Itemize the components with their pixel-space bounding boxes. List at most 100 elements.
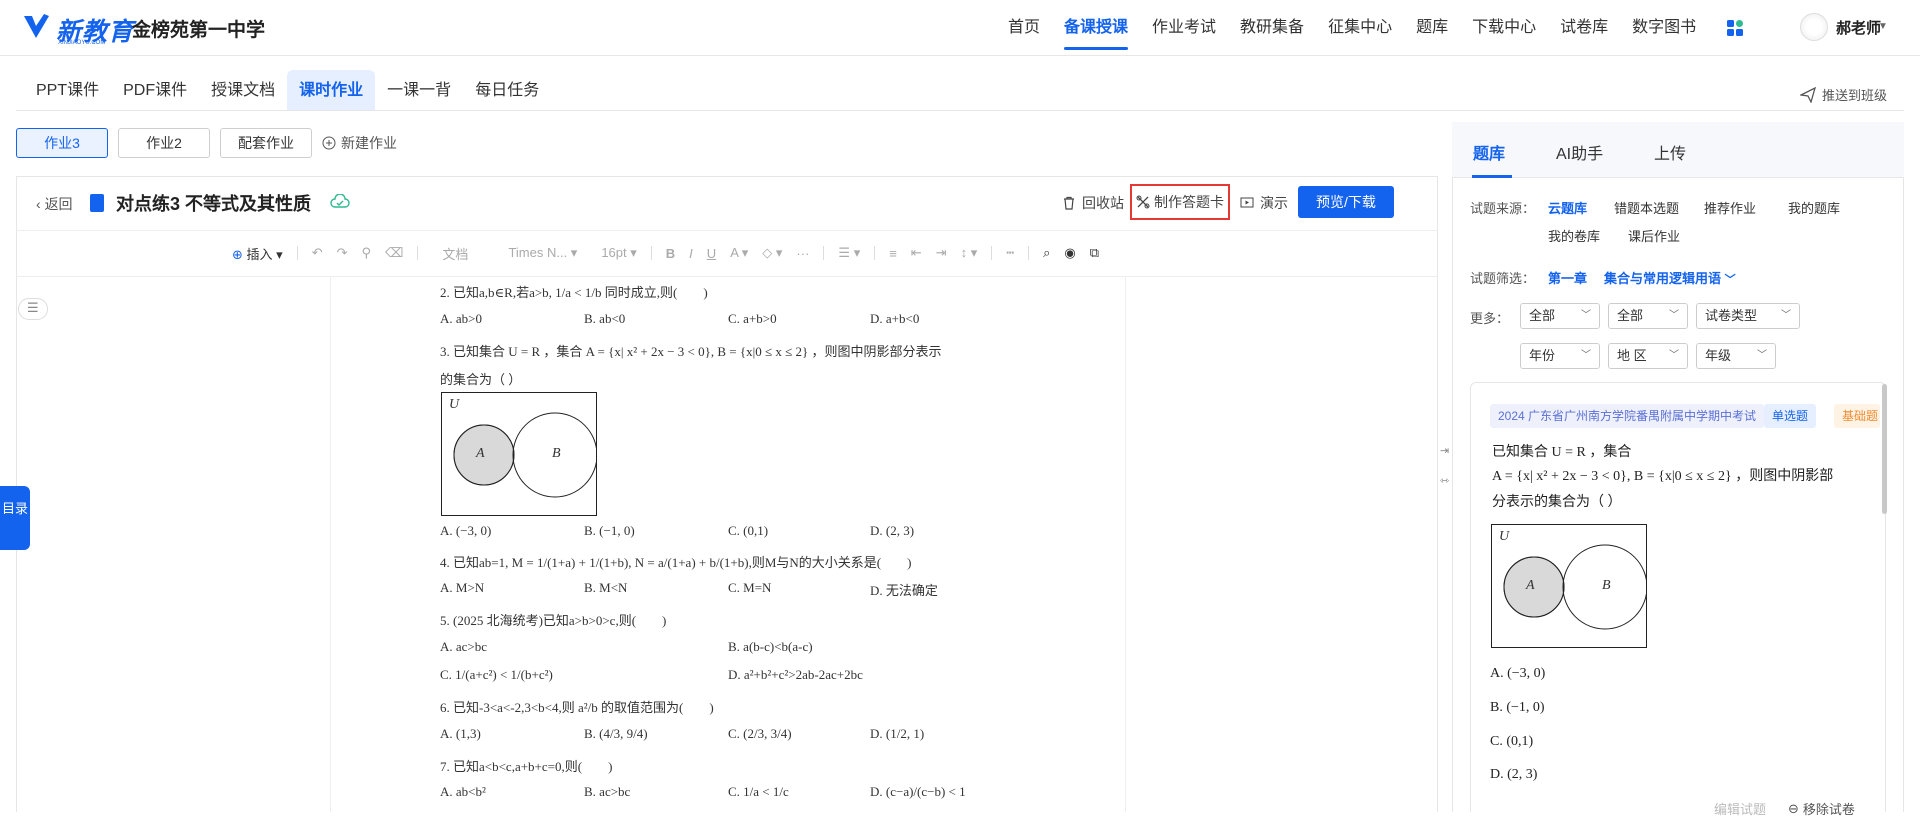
filter-chapter[interactable]: 第一章 [1548, 268, 1587, 287]
panel-resize-handle[interactable]: ⇥ ⇿ [1438, 430, 1452, 490]
highlight-icon[interactable]: ◇ ▾ [762, 245, 782, 261]
trash-icon [1064, 196, 1074, 210]
insert-button[interactable]: ⊕ 插入 ▾ [232, 244, 283, 263]
card-venn-label-a: A [1526, 578, 1535, 593]
avatar[interactable] [1800, 13, 1828, 41]
back-button[interactable]: ‹ 返回 [36, 194, 73, 214]
homework-3-button[interactable]: 作业3 [16, 128, 108, 158]
make-answer-card-button[interactable]: 制作答题卡 [1130, 184, 1230, 220]
source-label: 试题来源： [1470, 201, 1536, 216]
card-question-line-3: 分表示的集合为（ ） [1492, 495, 1622, 510]
region-value: 地 区 [1617, 348, 1647, 363]
undo-icon[interactable]: ↶ [312, 245, 323, 261]
question-4-stem: 4. 已知ab=1, M = 1/(1+a) + 1/(1+b), N = a/… [440, 555, 912, 570]
nav-home[interactable]: 首页 [1008, 0, 1040, 56]
eraser-icon[interactable]: ⌫ [385, 245, 403, 261]
school-name: 金榜苑第一中学 [132, 20, 266, 41]
screenshot-icon[interactable]: ⧉ [1090, 245, 1099, 261]
homework-2-button[interactable]: 作业2 [118, 128, 210, 158]
q2-option-b: B. ab<0 [584, 311, 626, 326]
active-tab-indicator [1472, 175, 1512, 178]
source-my-bank[interactable]: 我的题库 [1788, 198, 1840, 217]
card-option-c: C. (0,1) [1490, 734, 1534, 749]
q7-option-a: A. ab<b² [440, 784, 486, 799]
document-title: 对点练3 不等式及其性质 [116, 194, 312, 214]
collapse-icon: ⇥ [1440, 445, 1450, 457]
tab-one-lesson-one-recite[interactable]: 一课一背 [375, 70, 463, 110]
q7-option-c: C. 1/a < 1/c [728, 784, 789, 799]
year-select[interactable]: 年份 ﹀ [1520, 343, 1600, 369]
nav-paper-library[interactable]: 试卷库 [1560, 0, 1608, 56]
table-of-contents-tab[interactable]: 目录 [0, 486, 30, 550]
push-to-class-button[interactable]: 推送到班级 [1800, 85, 1887, 104]
tab-ai-assistant[interactable]: AI助手 [1556, 140, 1603, 164]
nav-homework-exam[interactable]: 作业考试 [1152, 0, 1216, 56]
indent-decrease-icon[interactable]: ⇤ [911, 245, 922, 261]
find-icon[interactable]: ⌕ [1043, 245, 1050, 261]
font-family-select[interactable]: Times N... ▾ [508, 245, 577, 261]
align-icon[interactable]: ☰ ▾ [838, 245, 860, 261]
new-homework-button[interactable]: 新建作业 [322, 133, 397, 153]
divider [16, 110, 1904, 111]
paper-type-select[interactable]: 试卷类型 ﹀ [1696, 303, 1800, 329]
nav-digital-books[interactable]: 数字图书 [1632, 0, 1696, 56]
font-size-select[interactable]: 16pt ▾ [601, 245, 636, 261]
apps-grid-icon[interactable] [1726, 19, 1744, 37]
line-spacing-icon[interactable]: ↕ ▾ [961, 245, 978, 261]
region-select[interactable]: 地 区 ﹀ [1608, 343, 1688, 369]
tab-pdf[interactable]: PDF课件 [111, 70, 199, 110]
more-icon[interactable]: ··· [796, 246, 809, 261]
question-5-stem: 5. (2025 北海统考)已知a>b>0>c,则( ) [440, 613, 667, 628]
tab-class-homework[interactable]: 课时作业 [287, 70, 376, 110]
edit-question-button[interactable]: 编辑试题 [1714, 799, 1766, 818]
source-wrong-book[interactable]: 错题本选题 [1614, 198, 1679, 217]
year-value: 年份 [1529, 348, 1556, 363]
source-recommended[interactable]: 推荐作业 [1704, 198, 1756, 217]
italic-icon[interactable]: I [689, 246, 693, 261]
font-color-icon[interactable]: A ▾ [730, 245, 748, 261]
q4-option-b: B. M<N [584, 580, 628, 595]
nav-collection[interactable]: 征集中心 [1328, 0, 1392, 56]
source-after-class[interactable]: 课后作业 [1628, 226, 1680, 245]
underline-icon[interactable]: U [707, 246, 716, 261]
chevron-down-icon: ﹀ [1669, 310, 1679, 321]
nav-question-bank[interactable]: 题库 [1416, 0, 1448, 56]
tab-lesson-doc[interactable]: 授课文档 [199, 70, 287, 110]
camera-icon[interactable]: ◉ [1064, 245, 1075, 261]
remove-from-paper-button[interactable]: ⊖ 移除试卷 [1788, 799, 1855, 818]
nav-lesson-prep[interactable]: 备课授课 [1064, 0, 1129, 56]
grade-select[interactable]: 年级 ﹀ [1696, 343, 1776, 369]
format-painter-icon[interactable]: ⚲ [362, 245, 372, 261]
tab-question-bank[interactable]: 题库 [1473, 140, 1505, 164]
plus-circle-icon [322, 136, 336, 150]
recycle-bin-button[interactable]: 回收站 [1062, 193, 1124, 213]
matching-homework-button[interactable]: 配套作业 [220, 128, 312, 158]
indent-increase-icon[interactable]: ⇥ [936, 245, 947, 261]
chevron-down-icon[interactable]: ▼ [1878, 21, 1888, 32]
text-style-select[interactable]: 文档 [442, 244, 468, 263]
filter-select-1[interactable]: 全部 ﹀ [1520, 303, 1600, 329]
page-break-icon[interactable]: ┅ [1006, 245, 1014, 261]
insert-label: 插入 [246, 246, 273, 262]
demo-button[interactable]: 演示 [1240, 193, 1288, 213]
tab-ppt[interactable]: PPT课件 [24, 70, 111, 110]
bold-icon[interactable]: B [666, 246, 675, 261]
user-name[interactable]: 郝老师 [1836, 17, 1881, 38]
list-icon[interactable]: ≡ [889, 246, 897, 261]
filter-section-dropdown[interactable]: 集合与常用逻辑用语 ﹀ [1604, 268, 1736, 287]
filter-select-2[interactable]: 全部 ﹀ [1608, 303, 1688, 329]
redo-icon[interactable]: ↷ [337, 245, 348, 261]
separator [991, 246, 993, 260]
nav-research[interactable]: 教研集备 [1240, 0, 1304, 56]
question-6-stem: 6. 已知-3<a<-2,3<b<4,则 a²/b 的取值范围为( ) [440, 700, 714, 715]
drag-handle-icon: ⇿ [1440, 475, 1450, 487]
scrollbar[interactable] [1882, 384, 1887, 514]
source-my-papers[interactable]: 我的卷库 [1548, 226, 1600, 245]
preview-download-button[interactable]: 预览/下载 [1298, 186, 1394, 218]
source-cloud-bank[interactable]: 云题库 [1548, 198, 1587, 217]
tab-daily-task[interactable]: 每日任务 [463, 70, 551, 110]
tab-upload[interactable]: 上传 [1654, 140, 1686, 164]
outline-menu-button[interactable]: ☰ [18, 298, 48, 320]
nav-download[interactable]: 下载中心 [1472, 0, 1536, 56]
separator [417, 246, 419, 260]
